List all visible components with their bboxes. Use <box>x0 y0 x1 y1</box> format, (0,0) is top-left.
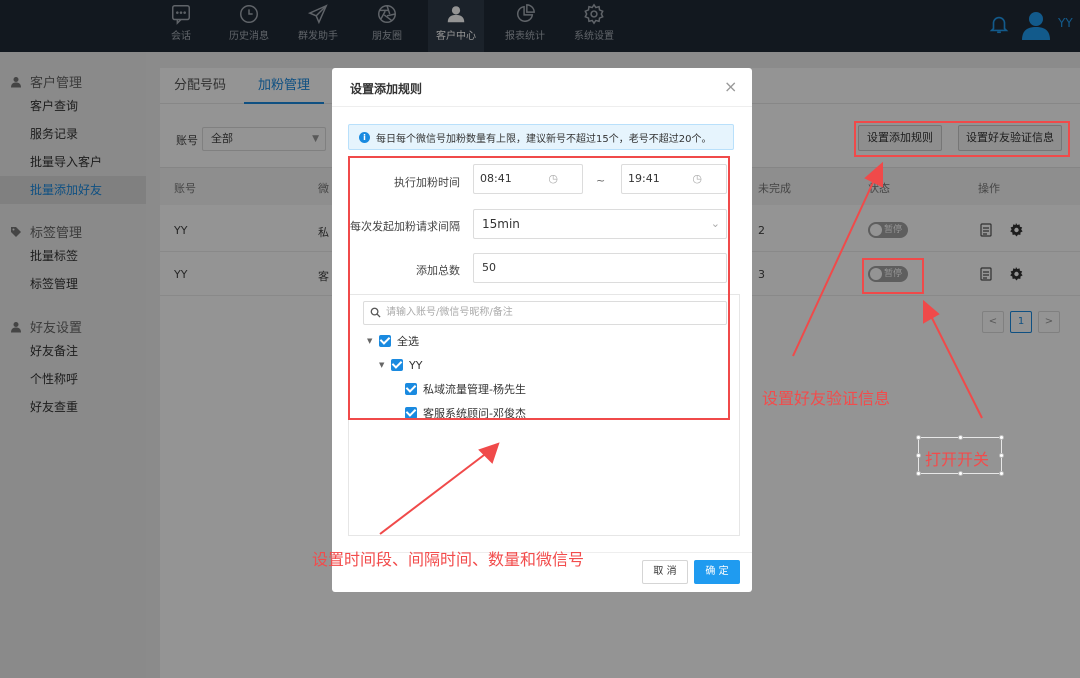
resize-handle <box>916 471 921 476</box>
info-alert: i 每日每个微信号加粉数量有上限，建议新号不超过15个，老号不超过20个。 <box>348 124 734 150</box>
resize-handle <box>958 471 963 476</box>
resize-handle <box>916 435 921 440</box>
resize-handle <box>958 435 963 440</box>
annotation-fields-text: 设置时间段、间隔时间、数量和微信号 <box>312 550 585 569</box>
cancel-button[interactable]: 取 消 <box>642 560 688 584</box>
resize-handle <box>916 453 921 458</box>
resize-handle <box>999 453 1004 458</box>
close-icon[interactable]: × <box>724 79 737 95</box>
dialog-title: 设置添加规则 <box>350 82 423 96</box>
alert-text: 每日每个微信号加粉数量有上限，建议新号不超过15个，老号不超过20个。 <box>376 133 712 145</box>
annotation-box-form <box>348 156 730 420</box>
confirm-button[interactable]: 确 定 <box>694 560 740 584</box>
annotation-box-toggle <box>862 258 924 294</box>
annotation-box-buttons <box>854 121 1070 157</box>
annotation-selection-frame: 打开开关 <box>916 435 1004 476</box>
info-icon: i <box>359 131 370 143</box>
resize-handle <box>999 435 1004 440</box>
resize-handle <box>999 471 1004 476</box>
annotation-verify-text: 设置好友验证信息 <box>762 389 891 408</box>
annotation-switch-text: 打开开关 <box>925 450 990 469</box>
divider <box>332 106 752 107</box>
